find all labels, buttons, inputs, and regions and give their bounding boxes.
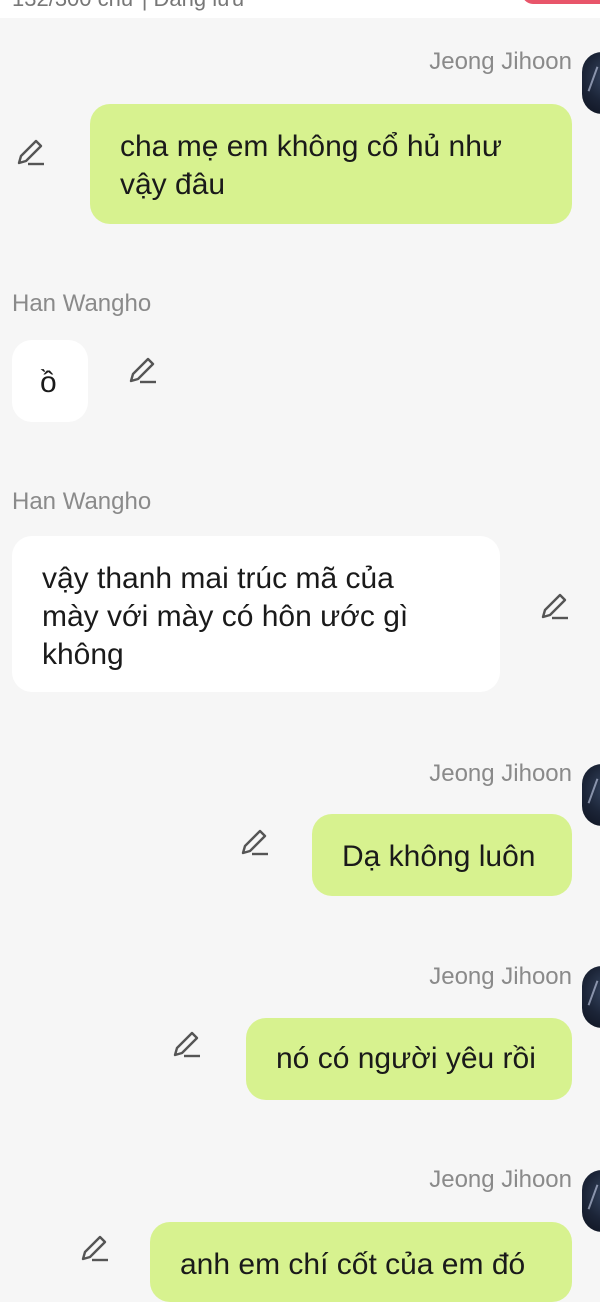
edit-message-icon[interactable]	[14, 136, 46, 168]
action-pill-button[interactable]	[522, 0, 600, 4]
message-text: anh em chí cốt của em đó	[180, 1248, 526, 1281]
message-bubble[interactable]: nó có người yêu rồi	[246, 1018, 572, 1100]
top-status-bar: 132/300 chữ | Đang lưu	[0, 0, 600, 18]
edit-message-icon[interactable]	[538, 590, 570, 622]
sender-name: Jeong Jihoon	[429, 48, 572, 75]
message-bubble[interactable]: ồ	[12, 340, 88, 422]
edit-message-icon[interactable]	[170, 1028, 202, 1060]
sender-name: Jeong Jihoon	[429, 760, 572, 787]
sender-name: Han Wangho	[12, 290, 152, 317]
message-bubble[interactable]: anh em chí cốt của em đó	[150, 1222, 572, 1302]
avatar[interactable]	[582, 1170, 600, 1232]
message-text: ồ	[40, 366, 57, 399]
avatar[interactable]	[582, 764, 600, 826]
edit-message-icon[interactable]	[126, 354, 158, 386]
edit-message-icon[interactable]	[78, 1232, 110, 1264]
message-bubble[interactable]: Dạ không luôn	[312, 814, 572, 896]
message-text: vậy thanh mai trúc mã của mày với mày có…	[42, 562, 409, 671]
sender-name: Han Wangho	[12, 488, 152, 515]
message-text: nó có người yêu rồi	[276, 1042, 536, 1075]
avatar[interactable]	[582, 966, 600, 1028]
sender-name: Jeong Jihoon	[429, 963, 572, 990]
message-text: cha mẹ em không cổ hủ như vậy đâu	[120, 130, 502, 201]
message-text: Dạ không luôn	[342, 840, 536, 873]
message-bubble[interactable]: vậy thanh mai trúc mã của mày với mày có…	[12, 536, 500, 692]
avatar[interactable]	[582, 52, 600, 114]
edit-message-icon[interactable]	[238, 826, 270, 858]
sender-name: Jeong Jihoon	[429, 1166, 572, 1193]
message-bubble[interactable]: cha mẹ em không cổ hủ như vậy đâu	[90, 104, 572, 224]
character-counter: 132/300 chữ | Đang lưu	[12, 0, 244, 12]
